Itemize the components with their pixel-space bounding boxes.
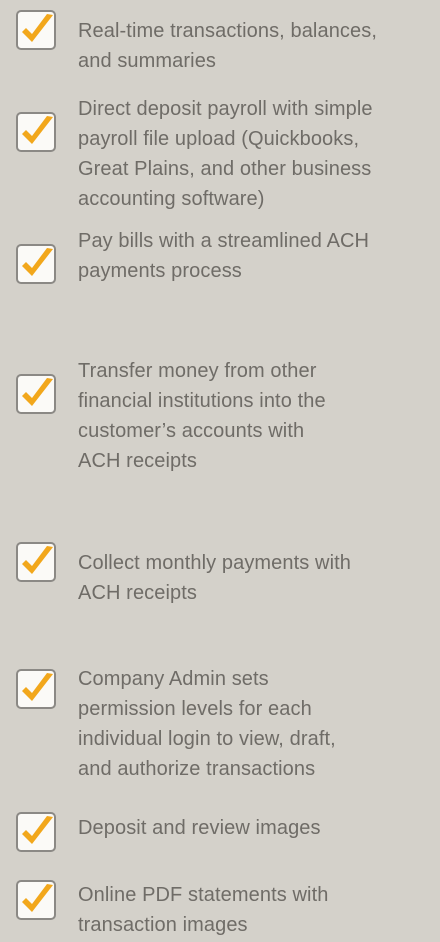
checkmark-icon (14, 810, 58, 854)
feature-text: Direct deposit payroll with simple payro… (78, 98, 373, 210)
feature-text: Real-time transactions, balances, and su… (78, 20, 377, 72)
feature-text: Collect monthly payments with ACH receip… (78, 552, 352, 604)
checkmark-icon (14, 878, 58, 922)
checkmark-icon (14, 110, 58, 154)
checkmark-icon (14, 540, 58, 584)
feature-text: Online PDF statements with transaction i… (78, 884, 329, 936)
feature-text: Deposit and review images (78, 817, 321, 839)
checkmark-icon (14, 372, 58, 416)
checkmark-icon (14, 667, 58, 711)
feature-text: Company Admin sets permission levels for… (78, 668, 336, 780)
checkmark-icon (14, 8, 58, 52)
feature-list: Real-time transactions, balances, and su… (0, 0, 440, 942)
checkmark-icon (14, 242, 58, 286)
feature-text: Transfer money from other financial inst… (78, 360, 326, 472)
feature-text: Pay bills with a streamlined ACH payment… (78, 230, 370, 282)
